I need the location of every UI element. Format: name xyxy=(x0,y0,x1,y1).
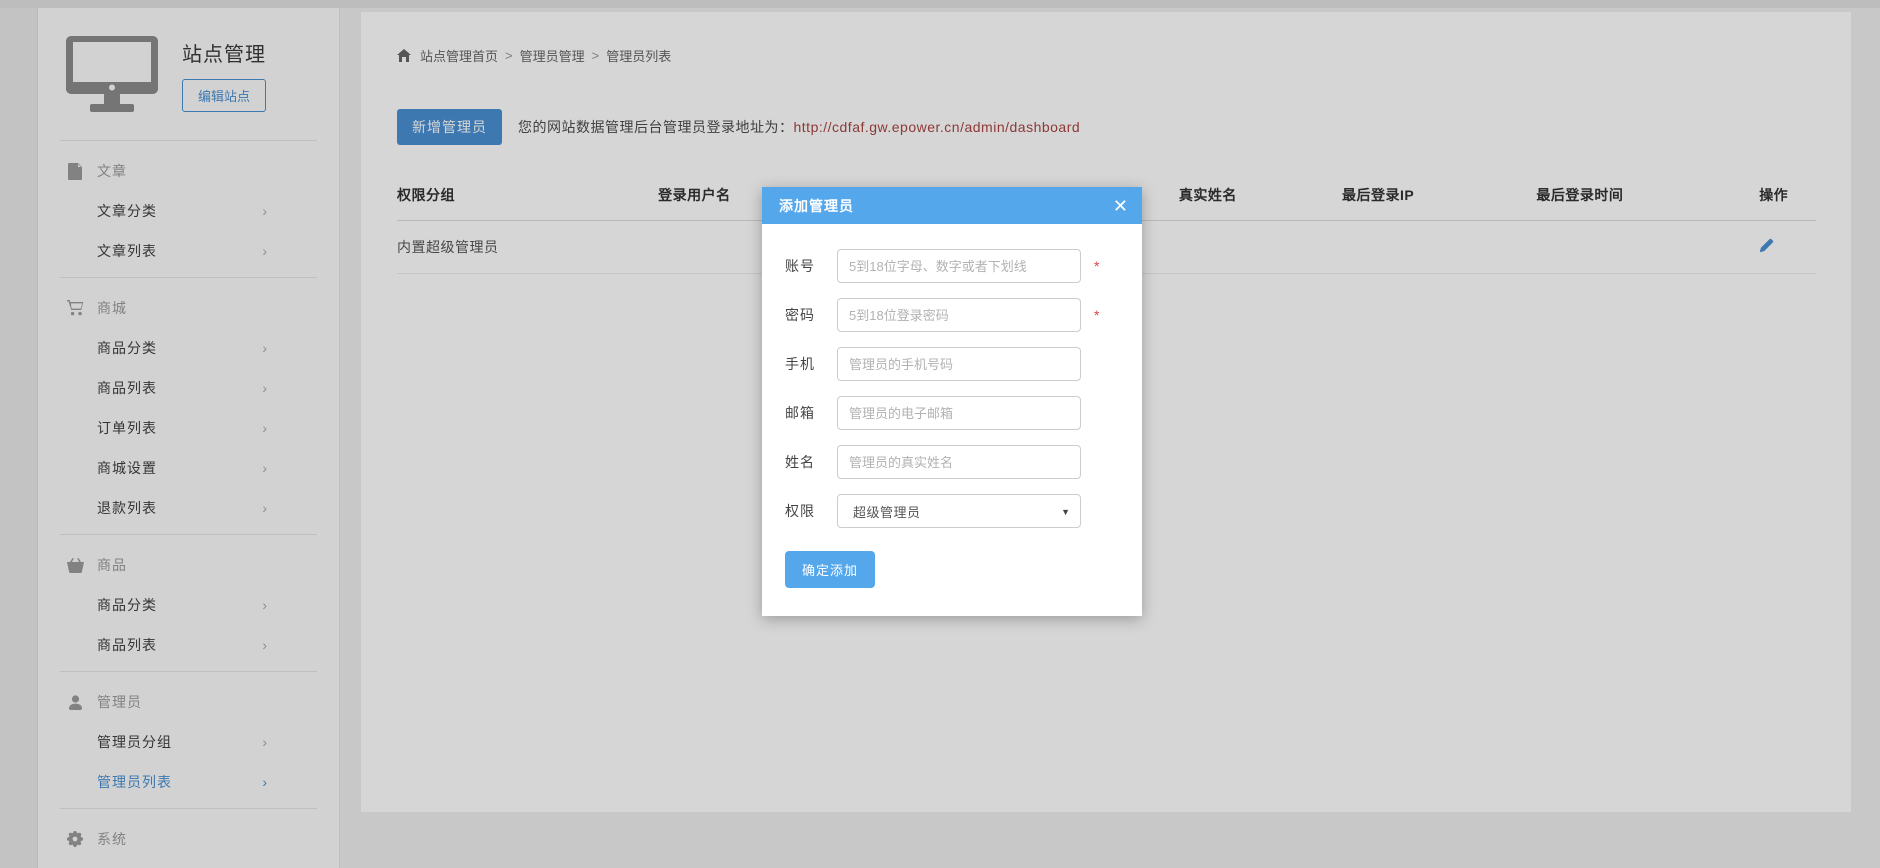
permission-label: 权限 xyxy=(785,501,837,521)
phone-input[interactable] xyxy=(837,347,1081,381)
account-input[interactable] xyxy=(837,249,1081,283)
confirm-add-button[interactable]: 确定添加 xyxy=(785,551,875,588)
modal-footer: 确定添加 xyxy=(785,551,1124,588)
field-row-password: 密码 * xyxy=(785,298,1124,332)
account-label: 账号 xyxy=(785,256,837,276)
permission-select[interactable]: 超级管理员 ▼ xyxy=(837,494,1081,528)
password-input[interactable] xyxy=(837,298,1081,332)
required-asterisk: * xyxy=(1094,258,1104,274)
field-row-email: 邮箱 xyxy=(785,396,1124,430)
name-input[interactable] xyxy=(837,445,1081,479)
email-input[interactable] xyxy=(837,396,1081,430)
permission-select-value: 超级管理员 xyxy=(838,502,921,521)
email-label: 邮箱 xyxy=(785,403,837,423)
field-row-account: 账号 * xyxy=(785,249,1124,283)
close-icon[interactable]: ✕ xyxy=(1113,197,1128,215)
field-row-name: 姓名 xyxy=(785,445,1124,479)
modal-body: 账号 * 密码 * 手机 邮箱 姓名 权限 超级管理员 xyxy=(762,224,1142,616)
phone-label: 手机 xyxy=(785,354,837,374)
required-asterisk: * xyxy=(1094,307,1104,323)
chevron-down-icon: ▼ xyxy=(1061,507,1070,517)
modal-title: 添加管理员 xyxy=(779,196,854,216)
name-label: 姓名 xyxy=(785,452,837,472)
field-row-permission: 权限 超级管理员 ▼ xyxy=(785,494,1124,528)
add-admin-modal: 添加管理员 ✕ 账号 * 密码 * 手机 邮箱 姓名 xyxy=(762,187,1142,616)
modal-header: 添加管理员 ✕ xyxy=(762,187,1142,224)
field-row-phone: 手机 xyxy=(785,347,1124,381)
password-label: 密码 xyxy=(785,305,837,325)
